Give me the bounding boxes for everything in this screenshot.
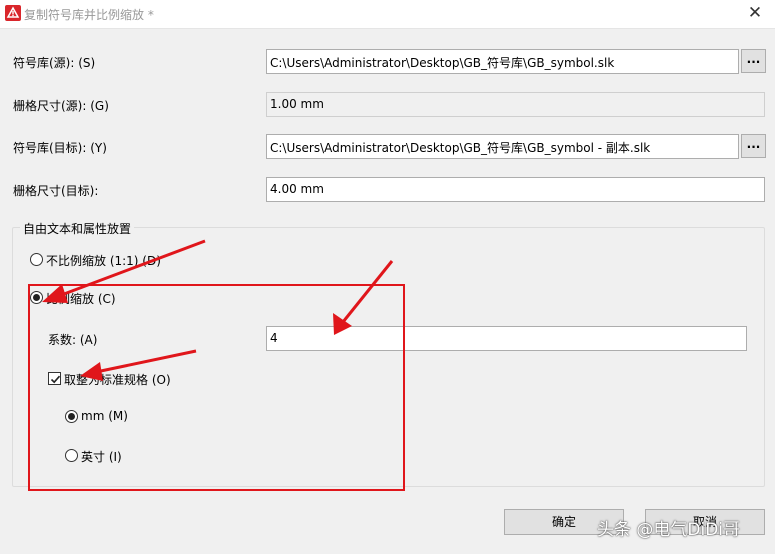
autocad-warning-icon — [5, 5, 21, 21]
target-library-label: 符号库(目标): (Y) — [13, 141, 107, 155]
target-grid-label: 栅格尺寸(目标): — [13, 184, 99, 198]
no-scale-label[interactable]: 不比例缩放 (1:1) (D) — [46, 252, 161, 269]
source-browse-button[interactable]: ... — [741, 49, 766, 73]
source-grid-field: 1.00 mm — [266, 92, 765, 117]
close-icon[interactable]: ✕ — [743, 2, 767, 24]
placement-group-title: 自由文本和属性放置 — [20, 220, 135, 237]
target-grid-field[interactable]: 4.00 mm — [266, 177, 765, 202]
watermark-text: 头条 @电气DiDi哥 — [597, 520, 741, 540]
target-browse-button[interactable]: ... — [741, 134, 766, 158]
target-library-field[interactable]: C:\Users\Administrator\Desktop\GB_符号库\GB… — [266, 134, 739, 159]
window-title: 复制符号库并比例缩放 * — [24, 8, 154, 22]
title-bar: 复制符号库并比例缩放 * ✕ — [0, 0, 775, 29]
source-library-field[interactable]: C:\Users\Administrator\Desktop\GB_符号库\GB… — [266, 49, 739, 74]
source-grid-label: 栅格尺寸(源): (G) — [13, 99, 109, 113]
annotation-highlight-frame — [28, 284, 405, 491]
no-scale-radio[interactable] — [30, 253, 43, 266]
source-library-label: 符号库(源): (S) — [13, 56, 96, 70]
